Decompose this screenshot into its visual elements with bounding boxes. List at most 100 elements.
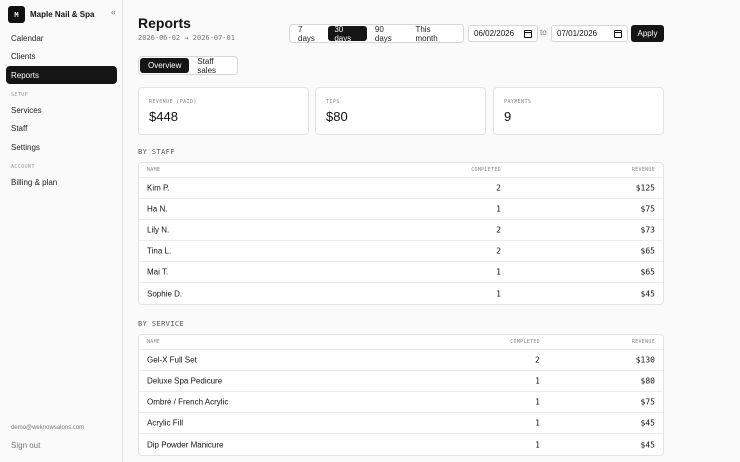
row-completed: 1 — [535, 418, 540, 428]
apply-button[interactable]: Apply — [631, 25, 664, 42]
tab-staff-sales[interactable]: Staff sales — [189, 57, 236, 75]
table-row: Lily N. 2 $73 — [139, 220, 663, 241]
row-revenue: $130 — [635, 355, 655, 365]
table-row: Deluxe Spa Pedicure 1 $80 — [139, 371, 663, 392]
row-completed: 2 — [496, 183, 501, 193]
sidebar: M Maple Nail & Spa « Calendar Clients Re… — [0, 0, 123, 462]
row-completed: 2 — [496, 225, 501, 235]
row-revenue: $45 — [640, 440, 655, 449]
to-label: to — [540, 28, 547, 37]
table-header: NAME COMPLETED REVENUE — [139, 335, 663, 350]
collapse-sidebar-icon[interactable]: « — [111, 7, 116, 17]
by-service-table: NAME COMPLETED REVENUE Gel-X Full Set 2 … — [138, 334, 664, 456]
date-range-text: 2026-06-02 → 2026-07-01 — [138, 34, 235, 42]
main-content: Reports 2026-06-02 → 2026-07-01 7 days 3… — [124, 0, 740, 462]
row-revenue: $80 — [640, 376, 655, 386]
row-revenue: $45 — [640, 418, 655, 428]
account-section-label: ACCOUNT — [11, 164, 35, 170]
range-90-days-button[interactable]: 90 days — [369, 25, 408, 43]
stat-value: $448 — [149, 109, 178, 124]
by-service-heading: BY SERVICE — [138, 320, 185, 328]
brand[interactable]: M Maple Nail & Spa « — [8, 6, 116, 23]
sidebar-item-settings[interactable]: Settings — [6, 138, 117, 156]
row-revenue: $73 — [640, 225, 655, 235]
stat-card-tips: TIPS $80 — [315, 87, 486, 135]
report-tabs: Overview Staff sales — [138, 56, 238, 75]
to-date-value: 07/01/2026 — [557, 29, 598, 38]
sidebar-item-services[interactable]: Services — [6, 101, 117, 119]
table-row: Ombré / French Acrylic 1 $75 — [139, 392, 663, 413]
table-row: Tina L. 2 $65 — [139, 241, 663, 262]
setup-section-label: SETUP — [11, 92, 29, 98]
row-completed: 1 — [535, 397, 540, 407]
row-revenue: $45 — [640, 289, 655, 298]
stat-value: 9 — [504, 109, 512, 124]
range-7-days-button[interactable]: 7 days — [292, 25, 326, 43]
table-row: Acrylic Fill 1 $45 — [139, 413, 663, 434]
to-date-input[interactable]: 07/01/2026 — [551, 25, 628, 42]
column-header-revenue: REVENUE — [631, 339, 655, 345]
stat-card-revenue: REVENUE (PAID) $448 — [138, 87, 309, 135]
stat-label: PAYMENTS — [504, 99, 532, 105]
page-title: Reports — [138, 15, 191, 31]
calendar-icon[interactable] — [524, 29, 532, 38]
row-revenue: $65 — [640, 246, 655, 256]
row-name: Acrylic Fill — [147, 418, 183, 428]
stat-card-payments: PAYMENTS 9 — [493, 87, 664, 135]
by-staff-heading: BY STAFF — [138, 148, 175, 156]
from-date-value: 06/02/2026 — [474, 29, 515, 38]
table-row: Sophie D. 1 $45 — [139, 283, 663, 304]
stat-value: $80 — [326, 109, 348, 124]
row-completed: 1 — [496, 204, 501, 214]
column-header-name: NAME — [147, 339, 161, 345]
sidebar-item-billing[interactable]: Billing & plan — [6, 173, 117, 191]
table-header: NAME COMPLETED REVENUE — [139, 163, 663, 178]
column-header-revenue: REVENUE — [631, 167, 655, 173]
range-this-month-button[interactable]: This month — [409, 25, 459, 43]
calendar-icon[interactable] — [614, 29, 622, 38]
row-name: Dip Powder Manicure — [147, 440, 224, 449]
stat-label: REVENUE (PAID) — [149, 99, 197, 105]
row-revenue: $75 — [640, 397, 655, 407]
tab-overview[interactable]: Overview — [140, 58, 190, 73]
table-row: Mai T. 1 $65 — [139, 262, 663, 283]
sign-out-link[interactable]: Sign out — [11, 441, 40, 450]
table-row: Dip Powder Manicure 1 $45 — [139, 434, 663, 455]
row-name: Kim P. — [147, 183, 170, 193]
brand-logo: M — [8, 6, 25, 23]
row-revenue: $75 — [640, 204, 655, 214]
row-completed: 2 — [535, 355, 540, 365]
brand-name: Maple Nail & Spa — [30, 10, 95, 19]
row-name: Ha N. — [147, 204, 168, 214]
sidebar-item-clients[interactable]: Clients — [6, 47, 117, 65]
row-name: Mai T. — [147, 267, 169, 277]
column-header-completed: COMPLETED — [510, 339, 540, 345]
range-30-days-button[interactable]: 30 days — [328, 25, 367, 43]
from-date-input[interactable]: 06/02/2026 — [468, 25, 538, 42]
table-row: Gel-X Full Set 2 $130 — [139, 350, 663, 371]
row-revenue: $65 — [640, 267, 655, 277]
row-name: Ombré / French Acrylic — [147, 397, 229, 407]
column-header-completed: COMPLETED — [471, 167, 501, 173]
table-row: Kim P. 2 $125 — [139, 178, 663, 199]
row-completed: 1 — [496, 267, 501, 277]
row-name: Deluxe Spa Pedicure — [147, 376, 223, 386]
by-staff-table: NAME COMPLETED REVENUE Kim P. 2 $125 Ha … — [138, 162, 664, 305]
row-completed: 1 — [535, 376, 540, 386]
sidebar-item-reports[interactable]: Reports — [6, 66, 117, 84]
row-completed: 1 — [496, 289, 501, 298]
row-completed: 2 — [496, 246, 501, 256]
row-name: Sophie D. — [147, 289, 183, 298]
sidebar-item-calendar[interactable]: Calendar — [6, 29, 117, 47]
row-name: Lily N. — [147, 225, 170, 235]
row-name: Gel-X Full Set — [147, 355, 197, 365]
sidebar-item-staff[interactable]: Staff — [6, 119, 117, 137]
row-completed: 1 — [535, 440, 540, 449]
row-name: Tina L. — [147, 246, 172, 256]
stat-label: TIPS — [326, 99, 340, 105]
range-selector: 7 days 30 days 90 days This month — [289, 24, 464, 43]
row-revenue: $125 — [635, 183, 655, 193]
user-email: demo@weknowsalons.com — [11, 425, 85, 431]
column-header-name: NAME — [147, 167, 161, 173]
table-row: Ha N. 1 $75 — [139, 199, 663, 220]
